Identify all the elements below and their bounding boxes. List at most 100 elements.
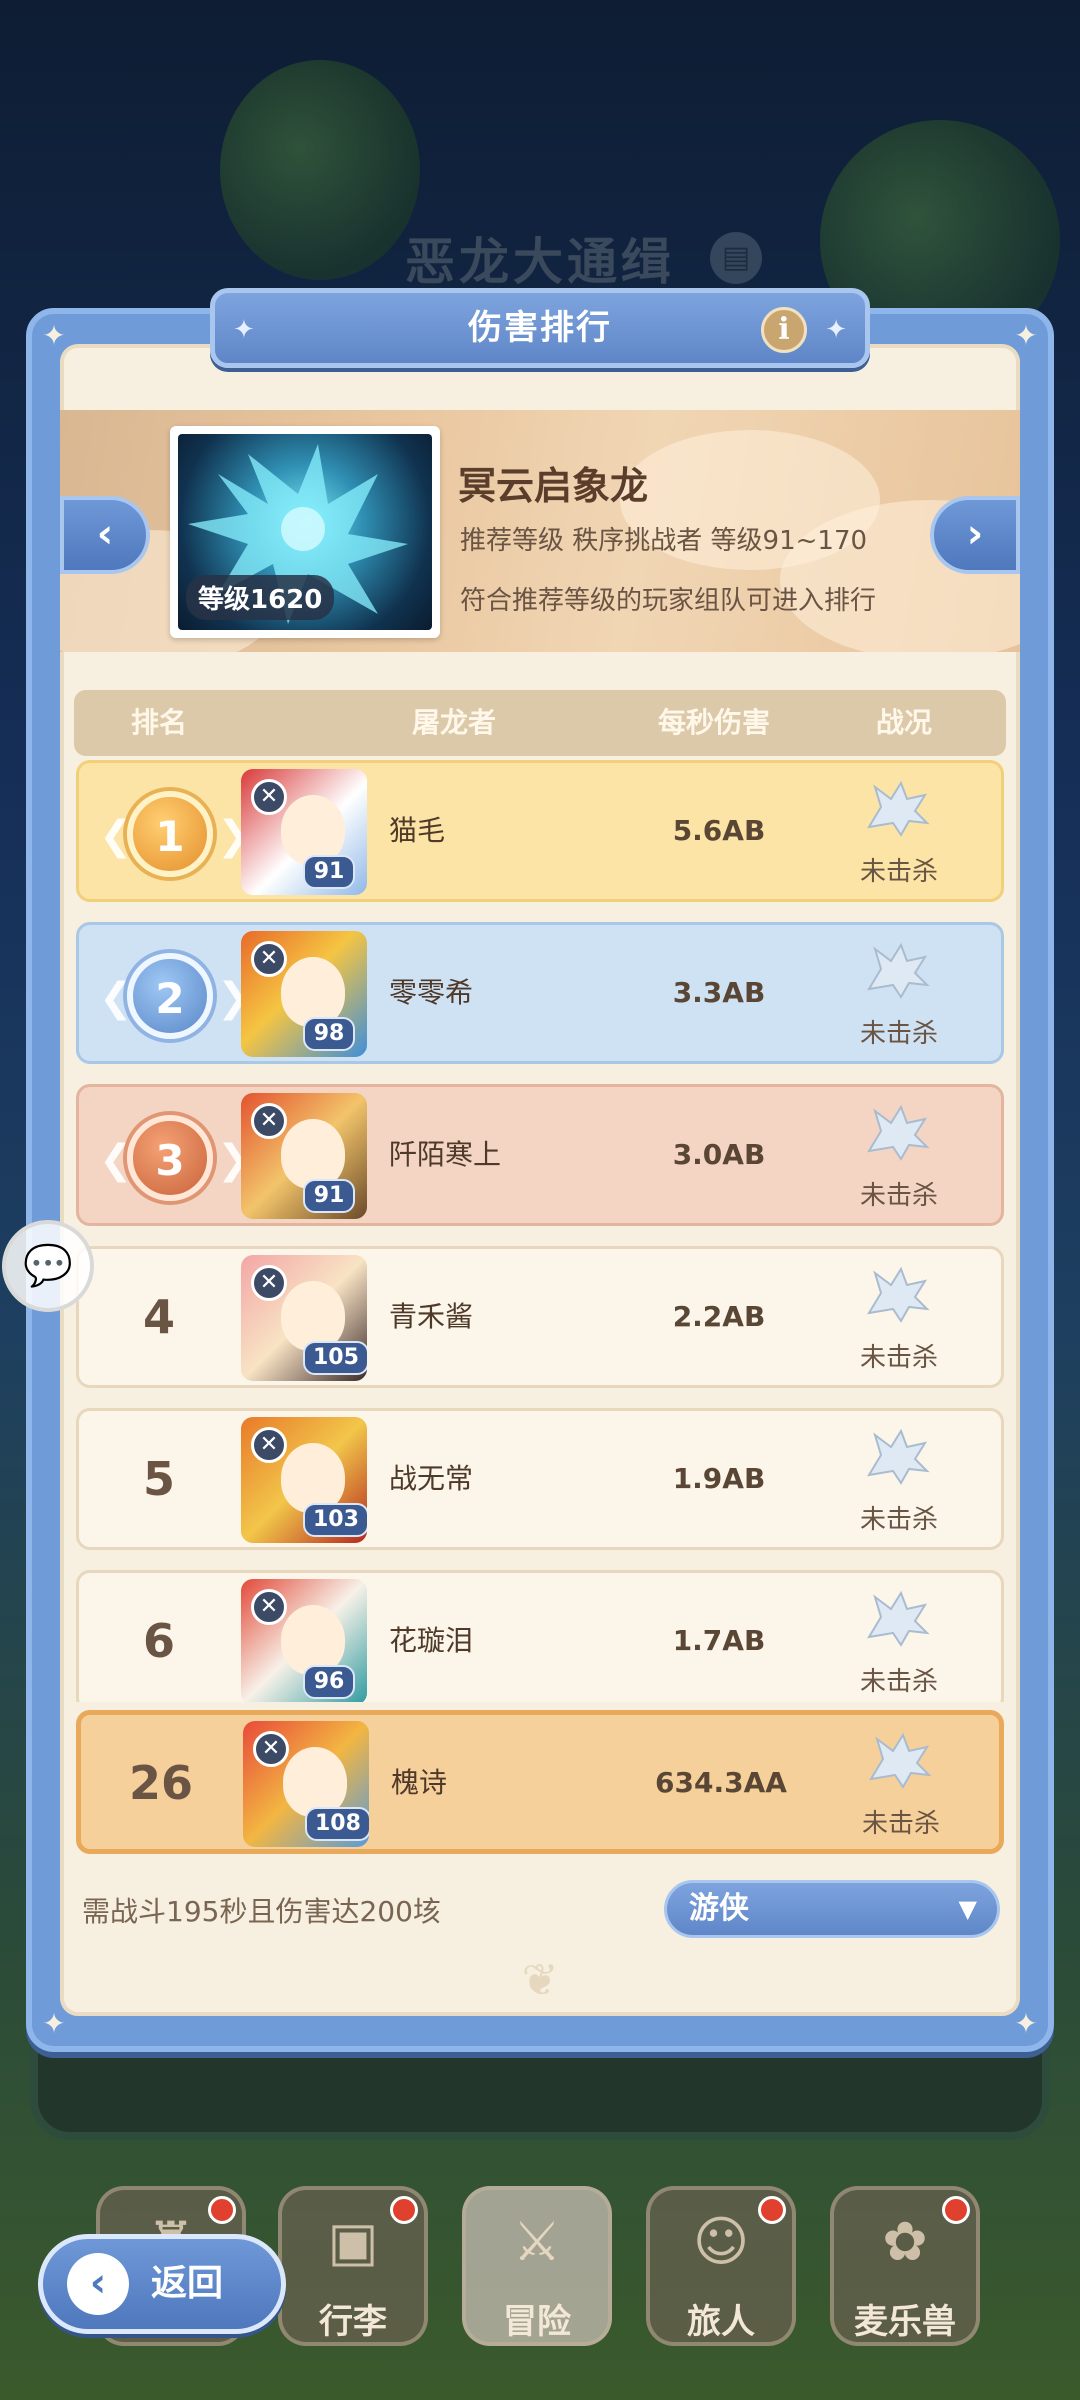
player-level-badge: 98	[303, 1017, 355, 1051]
player-name: 槐诗	[391, 1766, 448, 1799]
kill-status: 未击杀	[861, 1809, 940, 1839]
ranking-list[interactable]: ❮ 1 ❯ ✕ 91 猫毛 5.6AB 未击杀 ❮ 2 ❯ ✕ 98 零零希 3.3AB 未击杀 ❮ 3 ❯ ✕ 91 阡…	[60, 760, 1020, 1702]
player-avatar[interactable]: ✕ 91	[241, 769, 367, 895]
kill-status: 未击杀	[859, 1667, 938, 1697]
my-ranking-row[interactable]: 26 ✕ 108 槐诗 634.3AA 未击杀	[76, 1710, 1004, 1854]
dragon-image: 等级1620	[178, 434, 432, 630]
header-dps: 每秒伤害	[657, 706, 770, 739]
table-row[interactable]: 4 ✕ 105 青禾酱 2.2AB 未击杀	[76, 1246, 1004, 1388]
player-name: 猫毛	[389, 814, 446, 847]
crossed-swords-icon: ✕	[251, 1427, 287, 1463]
damage-per-second: 3.0AB	[672, 1138, 766, 1171]
crossed-swords-icon: ⚔	[512, 2210, 562, 2273]
chat-bubble-button[interactable]: 💬	[2, 1220, 94, 1312]
kill-status: 未击杀	[859, 857, 938, 887]
player-name: 零零希	[389, 976, 474, 1009]
ranking-table-header: 排名 屠龙者 每秒伤害 战况	[74, 690, 1006, 756]
damage-per-second: 3.3AB	[672, 976, 766, 1009]
header-player: 屠龙者	[411, 706, 496, 739]
rank-number: 2	[155, 974, 185, 1023]
sparkle-icon: ✦	[825, 315, 847, 345]
player-avatar[interactable]: ✕ 108	[243, 1721, 369, 1847]
previous-boss-button[interactable]: ‹	[60, 496, 150, 574]
boss-portrait[interactable]: 等级1620	[170, 426, 440, 638]
rank-number: 1	[155, 812, 185, 861]
player-avatar[interactable]: ✕ 105	[241, 1255, 367, 1381]
table-row[interactable]: ❮ 3 ❯ ✕ 91 阡陌寒上 3.0AB 未击杀	[76, 1084, 1004, 1226]
next-boss-button[interactable]: ›	[930, 496, 1020, 574]
nav-item-traveler[interactable]: ☺ 旅人	[646, 2186, 796, 2346]
dragon-head-icon	[867, 1590, 930, 1647]
class-filter-value: 游侠	[689, 1891, 749, 1926]
player-avatar[interactable]: ✕ 103	[241, 1417, 367, 1543]
player-level-badge: 105	[303, 1341, 367, 1375]
rank-medal-icon: 3	[127, 1115, 213, 1201]
table-row[interactable]: ❮ 2 ❯ ✕ 98 零零希 3.3AB 未击杀	[76, 922, 1004, 1064]
corner-ornament-icon: ✦	[42, 319, 66, 352]
nav-label: 行李	[319, 2302, 387, 2342]
damage-per-second: 1.9AB	[672, 1462, 766, 1495]
damage-per-second: 5.6AB	[672, 814, 766, 847]
dialog-header: ✦ 伤害排行 i ✦	[210, 288, 870, 368]
notification-dot	[390, 2196, 418, 2224]
event-title: 恶龙大通缉	[405, 233, 675, 291]
table-row[interactable]: ❮ 1 ❯ ✕ 91 猫毛 5.6AB 未击杀	[76, 760, 1004, 902]
player-avatar[interactable]: ✕ 96	[241, 1579, 367, 1702]
table-row[interactable]: 6 ✕ 96 花璇泪 1.7AB 未击杀	[76, 1570, 1004, 1702]
kill-status: 未击杀	[859, 1343, 938, 1373]
crossed-swords-icon: ✕	[251, 941, 287, 977]
class-filter-dropdown[interactable]: 游侠 ▼	[664, 1880, 1000, 1938]
crossed-swords-icon: ✕	[253, 1731, 289, 1767]
back-button[interactable]: ‹ 返回	[38, 2234, 286, 2334]
info-icon[interactable]: i	[761, 307, 807, 353]
nav-item-pet[interactable]: ✿ 麦乐兽	[830, 2186, 980, 2346]
notification-dot	[942, 2196, 970, 2224]
rank-number: 5	[142, 1452, 175, 1506]
notification-dot	[208, 2196, 236, 2224]
player-name: 阡陌寒上	[389, 1138, 502, 1171]
crossed-swords-icon: ✕	[251, 1589, 287, 1625]
chat-icon: 💬	[23, 1243, 73, 1289]
header-rank: 排名	[130, 706, 187, 739]
rank-number: 6	[142, 1614, 175, 1668]
player-level-badge: 108	[305, 1807, 369, 1841]
rank-number: 4	[142, 1290, 175, 1344]
nav-item-luggage[interactable]: ▣ 行李	[278, 2186, 428, 2346]
ornament-icon: ❦	[521, 1955, 559, 2006]
header-status: 战况	[875, 706, 932, 739]
recommended-level: 推荐等级 秩序挑战者 等级91~170	[460, 526, 868, 556]
player-level-badge: 103	[303, 1503, 367, 1537]
player-level-badge: 91	[303, 1179, 355, 1213]
corner-ornament-icon: ✦	[1014, 319, 1038, 352]
chevron-left-icon: ‹	[96, 511, 114, 557]
dragon-head-icon	[867, 1266, 930, 1323]
damage-per-second: 1.7AB	[672, 1624, 766, 1657]
damage-per-second: 2.2AB	[672, 1300, 766, 1333]
player-level-badge: 96	[303, 1665, 355, 1699]
player-avatar[interactable]: ✕ 98	[241, 931, 367, 1057]
rank-number: 26	[128, 1756, 193, 1810]
scroll-badge-icon: ▤	[710, 232, 762, 284]
kill-status: 未击杀	[859, 1181, 938, 1211]
rank-number: 3	[155, 1136, 185, 1185]
nav-item-adventure[interactable]: ⚔ 冒险	[462, 2186, 612, 2346]
rank-medal-icon: 2	[127, 953, 213, 1039]
nav-label: 旅人	[687, 2302, 755, 2342]
chevron-right-icon: ›	[966, 511, 984, 557]
player-name: 战无常	[389, 1462, 474, 1495]
boss-name: 冥云启象龙	[458, 464, 649, 508]
kill-status: 未击杀	[859, 1505, 938, 1535]
dragon-head-icon	[867, 1104, 930, 1161]
back-label: 返回	[151, 2263, 224, 2304]
dragon-head-icon	[867, 942, 930, 999]
table-row[interactable]: 5 ✕ 103 战无常 1.9AB 未击杀	[76, 1408, 1004, 1550]
notification-dot	[758, 2196, 786, 2224]
player-name: 花璇泪	[389, 1624, 474, 1657]
ranking-requirement: 需战斗195秒且伤害达200垓	[82, 1895, 441, 1928]
player-name: 青禾酱	[389, 1300, 474, 1333]
nav-label: 冒险	[503, 2302, 571, 2342]
dragon-head-icon	[869, 1732, 932, 1789]
player-avatar[interactable]: ✕ 91	[241, 1093, 367, 1219]
triangle-down-icon: ▼	[958, 1895, 977, 1923]
rank-medal-icon: 1	[127, 791, 213, 877]
